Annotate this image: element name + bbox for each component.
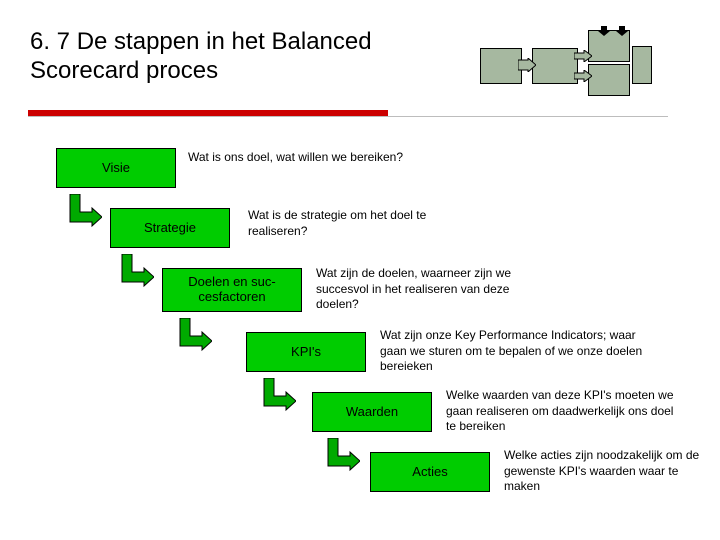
step-box-waarden: Waarden [312,392,432,432]
step-desc-acties: Welke acties zijn noodzakelijk om de gew… [504,448,704,495]
page-title: 6. 7 De stappen in het Balanced Scorecar… [30,28,450,86]
step-desc-strategie: Wat is de strategie om het doel te reali… [248,208,478,239]
step-arrow-icon [260,378,296,414]
step-box-doelen: Doelen en suc- cesfactoren [162,268,302,312]
step-desc-waarden: Welke waarden van deze KPI's moeten we g… [446,388,676,435]
step-arrow-icon [118,254,154,290]
process-mini-diagram [480,30,660,100]
step-desc-doelen: Wat zijn de doelen, waarneer zijn we suc… [316,266,526,313]
title-underline-grey [28,116,668,117]
step-box-kpis: KPI's [246,332,366,372]
step-arrow-icon [324,438,360,474]
step-desc-kpis: Wat zijn onze Key Performance Indicators… [380,328,660,375]
step-arrow-icon [176,318,212,354]
step-box-visie: Visie [56,148,176,188]
step-box-acties: Acties [370,452,490,492]
step-box-strategie: Strategie [110,208,230,248]
step-desc-visie: Wat is ons doel, wat willen we bereiken? [188,150,408,166]
step-arrow-icon [66,194,102,230]
